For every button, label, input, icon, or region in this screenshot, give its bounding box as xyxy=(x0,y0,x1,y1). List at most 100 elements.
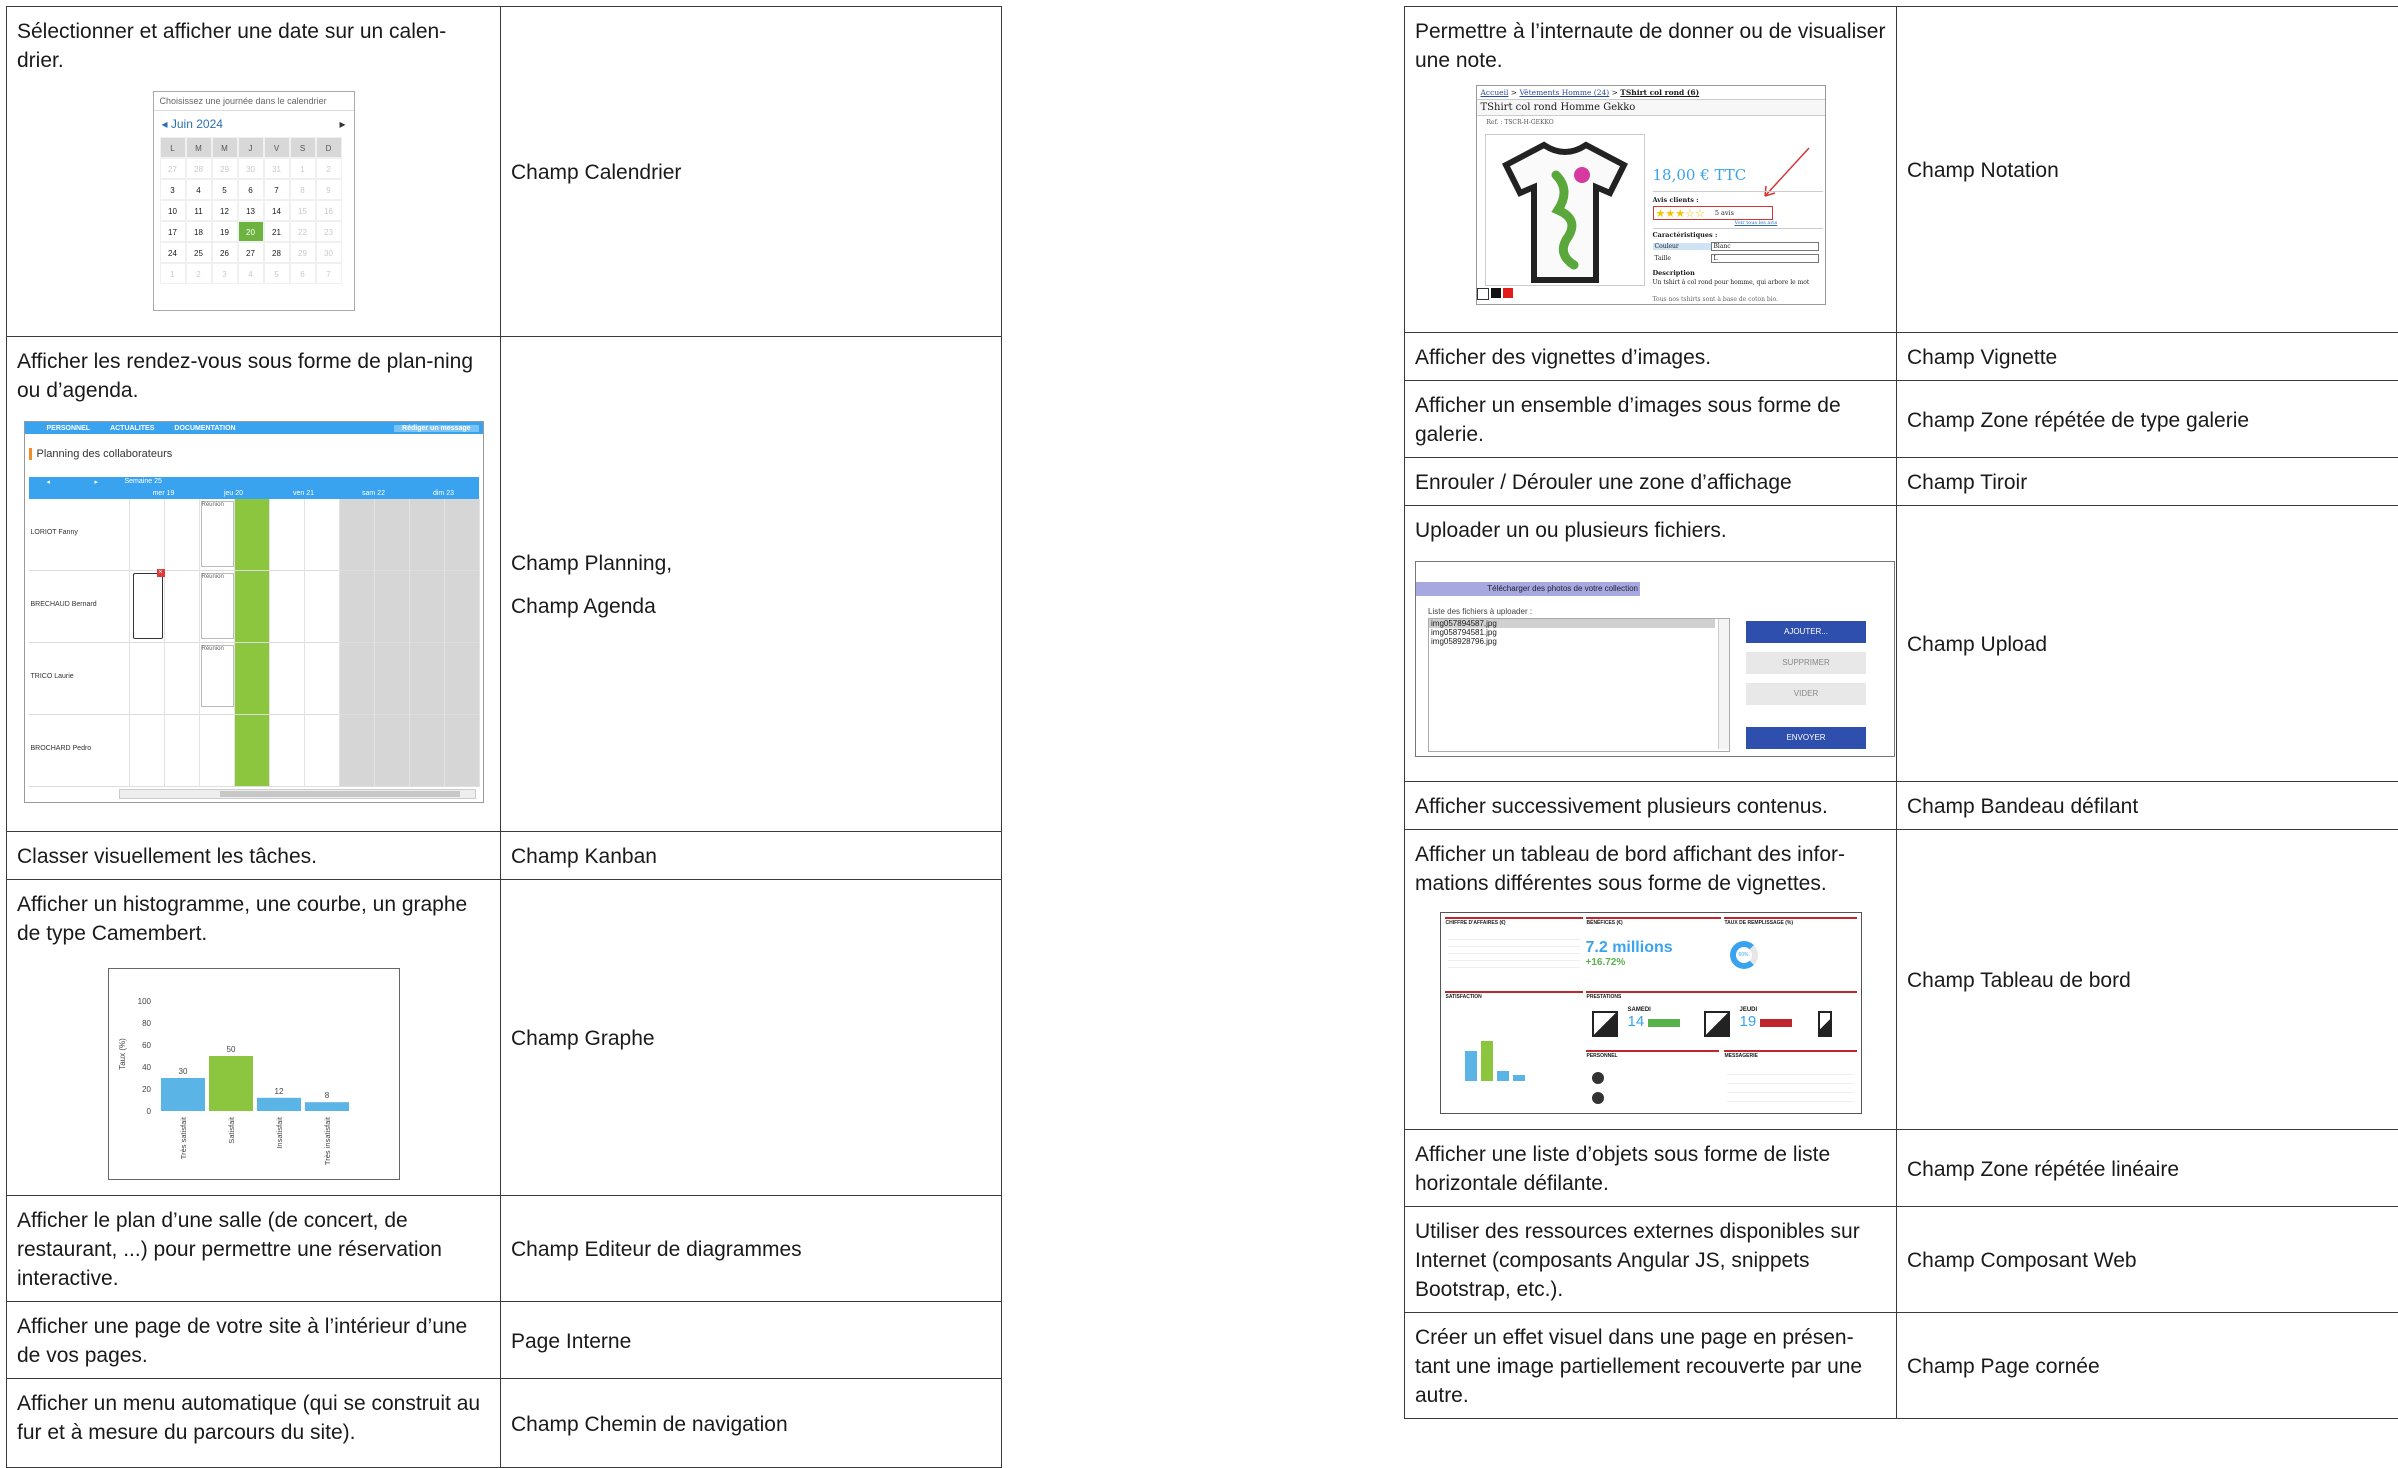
calendar-day[interactable]: 27 xyxy=(160,158,186,179)
send-button[interactable]: ENVOYER xyxy=(1746,727,1866,749)
add-button[interactable]: AJOUTER... xyxy=(1746,621,1866,643)
field-name: Champ Notation xyxy=(1907,156,2390,185)
panel-title: MESSAGERIE xyxy=(1724,1052,1857,1060)
calendar-day[interactable]: 5 xyxy=(264,263,290,284)
write-message-button[interactable]: Rédiger un message xyxy=(394,425,478,432)
field-cell: Champ Zone répétée de type galerie xyxy=(1897,381,2398,458)
calendar-day[interactable]: 15 xyxy=(290,200,316,221)
file-list-item[interactable]: img058928796.jpg xyxy=(1429,637,1729,646)
nav-item-actualites[interactable]: ACTUALITES xyxy=(110,425,154,432)
file-list-item[interactable]: img057894587.jpg xyxy=(1429,619,1715,628)
calendar-day[interactable]: 12 xyxy=(212,200,238,221)
calendar-day[interactable]: 5 xyxy=(212,179,238,200)
close-icon[interactable]: × xyxy=(157,569,165,577)
kpi-delta: +16.72% xyxy=(1586,957,1721,968)
calendar-day[interactable]: 31 xyxy=(264,158,290,179)
field-cell: Champ Kanban xyxy=(501,832,1002,880)
calendar-day[interactable]: 6 xyxy=(290,263,316,284)
clear-button[interactable]: VIDER xyxy=(1746,683,1866,705)
calendar-day[interactable]: 25 xyxy=(186,242,212,263)
horizontal-scrollbar[interactable] xyxy=(119,789,476,799)
calendar-day[interactable]: 28 xyxy=(186,158,212,179)
breadcrumb-category[interactable]: Vêtements Homme (24) xyxy=(1519,88,1609,97)
file-list-item[interactable]: img058794581.jpg xyxy=(1429,628,1729,637)
field-name: Champ Zone répétée linéaire xyxy=(1907,1155,2390,1184)
calendar-day[interactable]: 26 xyxy=(212,242,238,263)
appointment-event[interactable]: Réunion xyxy=(201,645,234,707)
calendar-day[interactable]: 13 xyxy=(238,200,264,221)
rating-box[interactable]: ★★★☆☆ 5 avis xyxy=(1653,206,1773,220)
appointment-event[interactable]: Réunion xyxy=(201,501,234,567)
calendar-day[interactable]: 16 xyxy=(316,200,342,221)
row-description: Uploader un ou plusieurs fichiers. xyxy=(1415,516,1886,545)
panel-title: PRESTATIONS xyxy=(1586,993,1857,1001)
calendar-day[interactable]: 30 xyxy=(316,242,342,263)
panel-title: BÉNÉFICES (€) xyxy=(1586,919,1721,927)
breadcrumb-home[interactable]: Accueil xyxy=(1481,88,1509,97)
calendar-day[interactable]: 7 xyxy=(264,179,290,200)
delete-button[interactable]: SUPPRIMER xyxy=(1746,652,1866,674)
calendar-day[interactable]: 27 xyxy=(238,242,264,263)
bar-value-label: 50 xyxy=(226,1045,235,1054)
calendar-day[interactable]: 2 xyxy=(186,263,212,284)
description-cell: Afficher un ensemble d’images sous forme… xyxy=(1405,381,1897,458)
day-number: 14 xyxy=(1628,1013,1645,1030)
table-row: Afficher une page de votre site à l’inté… xyxy=(7,1302,1002,1379)
row-description: Afficher un tableau de bord affichant de… xyxy=(1415,840,1886,898)
calendar-day[interactable]: 19 xyxy=(212,221,238,242)
description-cell: Enrouler / Dérouler une zone d’affichage xyxy=(1405,458,1897,506)
appointment-event[interactable]: Réunion xyxy=(201,573,234,639)
chevron-left-icon[interactable]: ◂ xyxy=(47,478,51,486)
row-description: Classer visuellement les tâches. xyxy=(17,842,490,871)
calendar-day[interactable]: 9 xyxy=(316,179,342,200)
calendar-day[interactable]: 4 xyxy=(186,179,212,200)
calendar-day[interactable]: 23 xyxy=(316,221,342,242)
chevron-right-icon[interactable]: ▸ xyxy=(339,117,345,131)
table-row: Afficher le plan d’une salle (de concert… xyxy=(7,1196,1002,1302)
breadcrumb-item[interactable]: TShirt col rond (6) xyxy=(1620,88,1699,97)
calendar-day[interactable]: 22 xyxy=(290,221,316,242)
calendar-day[interactable]: 1 xyxy=(290,158,316,179)
calendar-day[interactable]: 8 xyxy=(290,179,316,200)
field-cell: Champ Page cornée xyxy=(1897,1313,2398,1419)
calendar-day[interactable]: 29 xyxy=(212,158,238,179)
file-list[interactable]: img057894587.jpg img058794581.jpg img058… xyxy=(1428,618,1730,752)
calendar-day[interactable]: 29 xyxy=(290,242,316,263)
calendar-day[interactable]: 17 xyxy=(160,221,186,242)
field-name: Champ Composant Web xyxy=(1907,1246,2390,1275)
field-name: Champ Tableau de bord xyxy=(1907,966,2390,995)
new-event-box[interactable] xyxy=(133,573,163,639)
nav-item-documentation[interactable]: DOCUMENTATION xyxy=(174,425,235,432)
calendar-day[interactable]: 1 xyxy=(160,263,186,284)
table-row: Afficher un ensemble d’images sous forme… xyxy=(1405,381,2398,458)
calendar-day[interactable]: 14 xyxy=(264,200,290,221)
calendar-day[interactable]: 7 xyxy=(316,263,342,284)
calendar-day[interactable]: 21 xyxy=(264,221,290,242)
calendar-day[interactable]: 3 xyxy=(160,179,186,200)
row-description: Afficher une liste d’objets sous forme d… xyxy=(1415,1140,1886,1198)
weekday-label: M xyxy=(212,137,238,158)
file-list-scrollbar[interactable] xyxy=(1718,619,1729,749)
see-all-reviews-link[interactable]: Voir tous les avis xyxy=(1735,220,1778,226)
calendar-day[interactable]: 3 xyxy=(212,263,238,284)
prev-month-button[interactable]: ◂ Juin 2024 xyxy=(162,117,223,131)
calendar-day[interactable]: 2 xyxy=(316,158,342,179)
calendar-day[interactable]: 4 xyxy=(238,263,264,284)
row-description: Utiliser des ressources externes disponi… xyxy=(1415,1217,1886,1304)
color-select[interactable]: Blanc xyxy=(1711,242,1819,251)
calendar-day[interactable]: 6 xyxy=(238,179,264,200)
calendar-day[interactable]: 11 xyxy=(186,200,212,221)
calendar-day[interactable]: 30 xyxy=(238,158,264,179)
calendar-day[interactable]: 24 xyxy=(160,242,186,263)
nav-item-personnel[interactable]: PERSONNEL xyxy=(47,425,91,432)
calendar-day[interactable]: 18 xyxy=(186,221,212,242)
row-description: Afficher les rendez-vous sous forme de p… xyxy=(17,347,490,405)
size-select[interactable]: L xyxy=(1711,254,1819,263)
star-rating[interactable]: ★★★☆☆ xyxy=(1656,207,1705,220)
calendar-day[interactable]: 10 xyxy=(160,200,186,221)
table-row: Sélectionner et afficher une date sur un… xyxy=(7,7,1002,337)
chevron-right-icon[interactable]: ▸ xyxy=(95,478,99,486)
day-number: 19 xyxy=(1740,1013,1757,1030)
calendar-day-selected[interactable]: 20 xyxy=(238,221,264,242)
calendar-day[interactable]: 28 xyxy=(264,242,290,263)
